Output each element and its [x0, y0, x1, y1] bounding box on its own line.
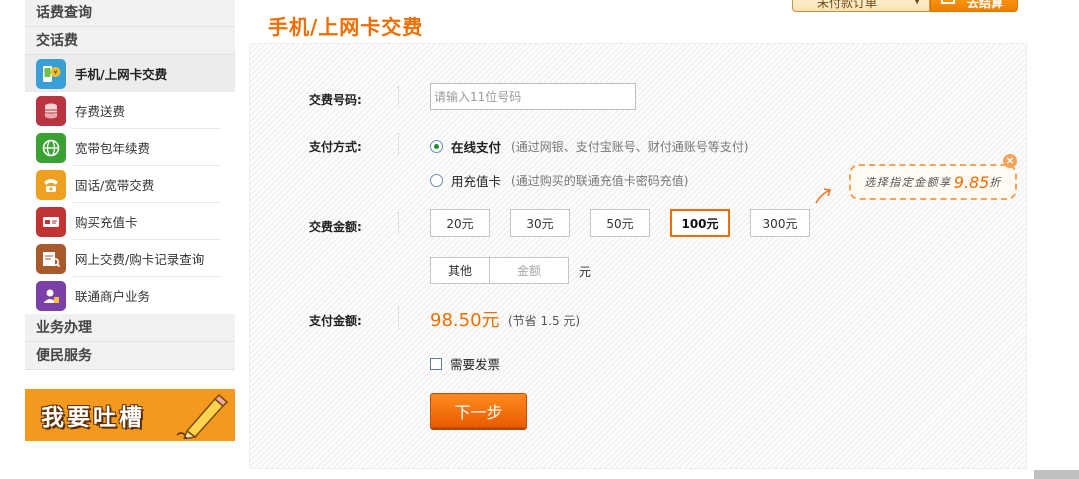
page-title: 手机/上网卡交费	[268, 15, 424, 39]
invoice-label: 需要发票	[450, 357, 501, 372]
svg-text:¥: ¥	[53, 68, 58, 76]
mobile-yuan-icon: ¥	[36, 58, 66, 89]
feedback-banner[interactable]: 我要吐槽	[25, 389, 235, 441]
unpaid-orders-label: 未付款订单	[817, 0, 878, 10]
pay-amount-label: 支付金额:	[309, 314, 362, 328]
sidebar-item-label: 宽带包年续费	[75, 141, 151, 156]
divider	[398, 133, 399, 155]
telephone-icon	[36, 169, 66, 200]
checkout-label: 去结算	[967, 0, 1004, 10]
sidebar: 话费查询 交话费 ¥ 手机/上网卡交费 存费送费 宽带包年续费 固话/宽带交费 …	[25, 0, 235, 370]
divider	[398, 86, 399, 108]
top-bar: 未付款订单 ▼ 去结算	[792, 0, 1018, 12]
sidebar-item-label: 联通商户业务	[75, 289, 151, 304]
payment-option-card[interactable]: 用充值卡 (通过购买的联通充值卡密码充值)	[430, 171, 688, 190]
sidebar-item-label: 网上交费/购卡记录查询	[75, 252, 205, 267]
arrow-icon	[815, 188, 832, 204]
coin-stack-icon	[36, 95, 66, 126]
sidebar-section-business[interactable]: 业务办理	[25, 314, 235, 342]
sidebar-section-convenience[interactable]: 便民服务	[25, 342, 235, 370]
sidebar-section-query[interactable]: 话费查询	[25, 0, 235, 27]
sidebar-item-landline-broadband[interactable]: 固话/宽带交费	[25, 166, 235, 203]
payment-method-label: 支付方式:	[309, 140, 362, 154]
card-pay-label: 用充值卡	[451, 174, 502, 189]
sidebar-item-buy-card[interactable]: 购买充值卡	[25, 203, 235, 240]
promo-suffix: 折	[989, 176, 1002, 189]
sidebar-item-label: 手机/上网卡交费	[75, 67, 168, 82]
sidebar-item-broadband-yearly[interactable]: 宽带包年续费	[25, 129, 235, 166]
sidebar-item-label: 存费送费	[75, 104, 126, 119]
invoice-checkbox[interactable]	[430, 357, 442, 370]
chevron-down-icon: ▼	[913, 0, 921, 6]
sidebar-item-mobile-recharge[interactable]: ¥ 手机/上网卡交费	[25, 55, 235, 92]
amount-option-20[interactable]: 20元	[430, 209, 490, 237]
merchant-icon	[36, 280, 66, 311]
amount-option-50[interactable]: 50元	[590, 209, 650, 237]
sidebar-item-merchant[interactable]: 联通商户业务	[25, 277, 235, 314]
payment-option-online[interactable]: 在线支付 (通过网银、支付宝账号、财付通账号等支付)	[430, 137, 748, 156]
other-amount-group: 其他	[430, 257, 569, 284]
card-icon	[36, 206, 66, 237]
cart-icon	[941, 0, 955, 4]
invoice-checkbox-row[interactable]: 需要发票	[430, 354, 500, 373]
sidebar-item-deposit-bonus[interactable]: 存费送费	[25, 92, 235, 129]
divider	[398, 212, 399, 234]
sidebar-section-recharge[interactable]: 交话费	[25, 27, 235, 55]
online-pay-note: (通过网银、支付宝账号、财付通账号等支付)	[511, 140, 749, 154]
phone-label: 交费号码:	[309, 93, 362, 107]
divider	[398, 307, 399, 329]
amount-option-300[interactable]: 300元	[750, 209, 810, 237]
globe-icon	[36, 132, 66, 163]
promo-text: 选择指定金额享	[864, 176, 952, 189]
card-pay-radio[interactable]	[430, 174, 443, 187]
feedback-banner-text: 我要吐槽	[41, 404, 145, 431]
online-pay-radio[interactable]	[430, 140, 443, 153]
card-pay-note: (通过购买的联通充值卡密码充值)	[511, 174, 689, 188]
next-step-button[interactable]: 下一步	[430, 393, 527, 428]
scroll-tab[interactable]	[1034, 470, 1079, 479]
amount-option-30[interactable]: 30元	[510, 209, 570, 237]
amount-option-100[interactable]: 100元	[670, 209, 730, 237]
sidebar-item-label: 固话/宽带交费	[75, 178, 155, 193]
discount-promo-bubble: 选择指定金额享 9.85 折	[849, 164, 1017, 200]
other-amount-input[interactable]	[490, 258, 568, 283]
other-amount-button[interactable]: 其他	[431, 258, 490, 283]
record-search-icon	[36, 243, 66, 274]
sidebar-item-records-query[interactable]: 网上交费/购卡记录查询	[25, 240, 235, 277]
close-icon[interactable]: ×	[1003, 154, 1017, 168]
promo-discount: 9.85	[953, 172, 990, 192]
pay-amount-value: 98.50元	[430, 310, 500, 331]
savings-note: (节省 1.5 元)	[508, 314, 581, 328]
unpaid-orders-button[interactable]: 未付款订单 ▼	[792, 0, 930, 12]
phone-number-input[interactable]	[430, 83, 636, 110]
online-pay-label: 在线支付	[451, 140, 502, 155]
checkout-button[interactable]: 去结算	[930, 0, 1018, 12]
other-amount-unit: 元	[579, 265, 592, 279]
sidebar-menu: ¥ 手机/上网卡交费 存费送费 宽带包年续费 固话/宽带交费 购买充值卡 网上交…	[25, 55, 235, 314]
recharge-form-panel	[249, 43, 1027, 469]
pencil-icon	[176, 393, 229, 439]
amount-label: 交费金额:	[309, 220, 362, 234]
sidebar-item-label: 购买充值卡	[75, 215, 138, 230]
